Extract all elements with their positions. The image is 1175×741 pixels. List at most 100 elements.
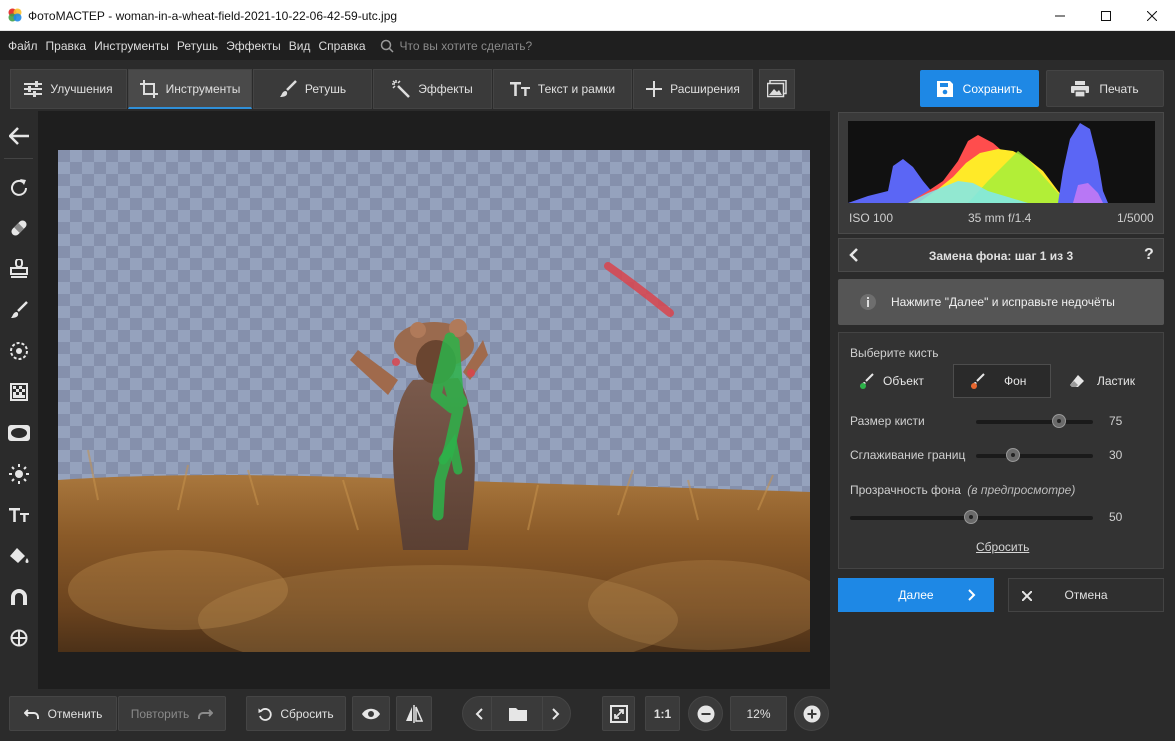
zoom-value-field[interactable]: 12% <box>730 696 787 731</box>
compare-icon <box>406 704 423 723</box>
menu-view[interactable]: Вид <box>289 39 311 53</box>
light-tool[interactable] <box>4 459 33 488</box>
cancel-button[interactable]: Отмена <box>1008 578 1164 612</box>
close-icon <box>1022 591 1032 601</box>
tab-effects[interactable]: Эффекты <box>373 69 492 109</box>
eraser-label: Ластик <box>1097 374 1135 388</box>
tab-label: Ретушь <box>304 82 347 96</box>
chevron-right-icon <box>552 708 560 720</box>
rotate-icon <box>10 178 27 196</box>
redo-button[interactable]: Повторить <box>118 696 226 731</box>
compare-button[interactable] <box>396 696 432 731</box>
brush-tool[interactable] <box>4 295 33 324</box>
heal-tool[interactable] <box>4 213 33 242</box>
preview-button[interactable] <box>352 696 390 731</box>
minimize-button[interactable] <box>1037 0 1083 31</box>
tab-retouch[interactable]: Ретушь <box>253 69 372 109</box>
eraser-button[interactable]: Ластик <box>1067 364 1157 398</box>
right-panel: ISO 100 35 mm f/1.4 1/5000 Замена фона: … <box>837 111 1175 689</box>
maximize-button[interactable] <box>1083 0 1129 31</box>
slider-knob[interactable] <box>964 510 978 524</box>
object-brush-icon <box>860 373 874 389</box>
plus-icon <box>646 81 663 97</box>
open-folder-button[interactable] <box>509 707 527 721</box>
smoothing-slider[interactable] <box>976 448 1093 462</box>
title-bar: ФотоМАСТЕР - woman-in-a-wheat-field-2021… <box>0 0 1175 31</box>
help-button[interactable]: ? <box>1144 246 1154 264</box>
menu-help[interactable]: Справка <box>318 39 365 53</box>
slider-knob[interactable] <box>1006 448 1020 462</box>
liquify-tool[interactable] <box>4 582 33 611</box>
text-icon <box>8 507 29 522</box>
step-header: Замена фона: шаг 1 из 3 ? <box>838 238 1164 272</box>
chevron-left-icon <box>475 708 483 720</box>
photo-canvas[interactable] <box>58 150 810 652</box>
reset-link[interactable]: Сбросить <box>976 540 1029 554</box>
menu-retouch[interactable]: Ретушь <box>177 39 218 53</box>
undo-icon <box>23 708 39 719</box>
tab-extensions[interactable]: Расширения <box>633 69 753 109</box>
next-photo-button[interactable] <box>552 708 560 720</box>
fill-tool[interactable] <box>4 541 33 570</box>
menu-file[interactable]: Файл <box>8 39 38 53</box>
brush-size-label: Размер кисти <box>850 414 925 428</box>
hint-text: Нажмите "Далее" и исправьте недочёты <box>891 295 1115 309</box>
brush-size-value: 75 <box>1109 414 1123 428</box>
menu-search[interactable]: Что вы хотите сделать? <box>380 39 532 53</box>
object-brush-button[interactable]: Объект <box>849 364 945 398</box>
undo-button[interactable]: Отменить <box>9 696 117 731</box>
background-brush-label: Фон <box>1004 374 1027 388</box>
vignette-tool[interactable] <box>4 418 33 447</box>
brush-icon <box>279 80 297 97</box>
text-tool[interactable] <box>4 500 33 529</box>
window-title: ФотоМАСТЕР - woman-in-a-wheat-field-2021… <box>28 9 398 23</box>
back-button[interactable] <box>4 121 33 150</box>
save-button[interactable]: Сохранить <box>920 70 1039 107</box>
file-navigation <box>462 696 571 731</box>
arrow-left-icon <box>8 126 29 145</box>
radial-icon <box>9 341 28 360</box>
hint-box: Нажмите "Далее" и исправьте недочёты <box>838 279 1164 325</box>
reset-icon <box>258 707 272 721</box>
rotate-tool[interactable] <box>4 172 33 201</box>
bg-opacity-slider[interactable] <box>850 510 1093 524</box>
eraser-icon <box>1070 375 1084 387</box>
tab-tools[interactable]: Инструменты <box>128 69 252 109</box>
print-button[interactable]: Печать <box>1046 70 1164 107</box>
reset-button[interactable]: Сбросить <box>246 696 346 731</box>
save-icon <box>936 80 953 97</box>
menu-edit[interactable]: Правка <box>46 39 87 53</box>
zoom-1to1-button[interactable]: 1:1 <box>645 696 680 731</box>
background-brush-button[interactable]: Фон <box>953 364 1051 398</box>
slider-knob[interactable] <box>1052 414 1066 428</box>
fit-screen-button[interactable] <box>602 696 635 731</box>
close-window-button[interactable] <box>1129 0 1175 31</box>
crop-icon <box>139 79 158 98</box>
folder-icon <box>509 708 527 721</box>
bandage-icon <box>10 219 27 236</box>
menu-tools[interactable]: Инструменты <box>94 39 169 53</box>
next-button[interactable]: Далее <box>838 578 994 612</box>
radial-filter-tool[interactable] <box>4 336 33 365</box>
menu-effects[interactable]: Эффекты <box>226 39 281 53</box>
prev-photo-button[interactable] <box>475 708 483 720</box>
zoom-out-button[interactable] <box>688 696 723 731</box>
stamp-icon <box>9 258 28 278</box>
sun-icon <box>8 463 29 484</box>
close-icon <box>1147 10 1157 21</box>
brush-size-slider[interactable] <box>976 414 1093 428</box>
gradient-filter-tool[interactable] <box>4 377 33 406</box>
brush-settings: Выберите кисть Объект Фон Ластик Размер … <box>838 332 1164 569</box>
brush-icon <box>10 300 28 318</box>
tab-enhancements[interactable]: Улучшения <box>10 69 127 109</box>
minus-icon <box>697 705 714 722</box>
more-tools[interactable] <box>4 623 33 652</box>
image-gallery-button[interactable] <box>759 69 795 109</box>
maximize-icon <box>1101 10 1111 21</box>
undo-label: Отменить <box>47 706 103 721</box>
tab-text-frames[interactable]: Текст и рамки <box>493 69 632 109</box>
stamp-tool[interactable] <box>4 254 33 283</box>
zoom-in-button[interactable] <box>794 696 829 731</box>
gradient-icon <box>9 382 28 401</box>
plus-circle-icon <box>803 705 820 722</box>
